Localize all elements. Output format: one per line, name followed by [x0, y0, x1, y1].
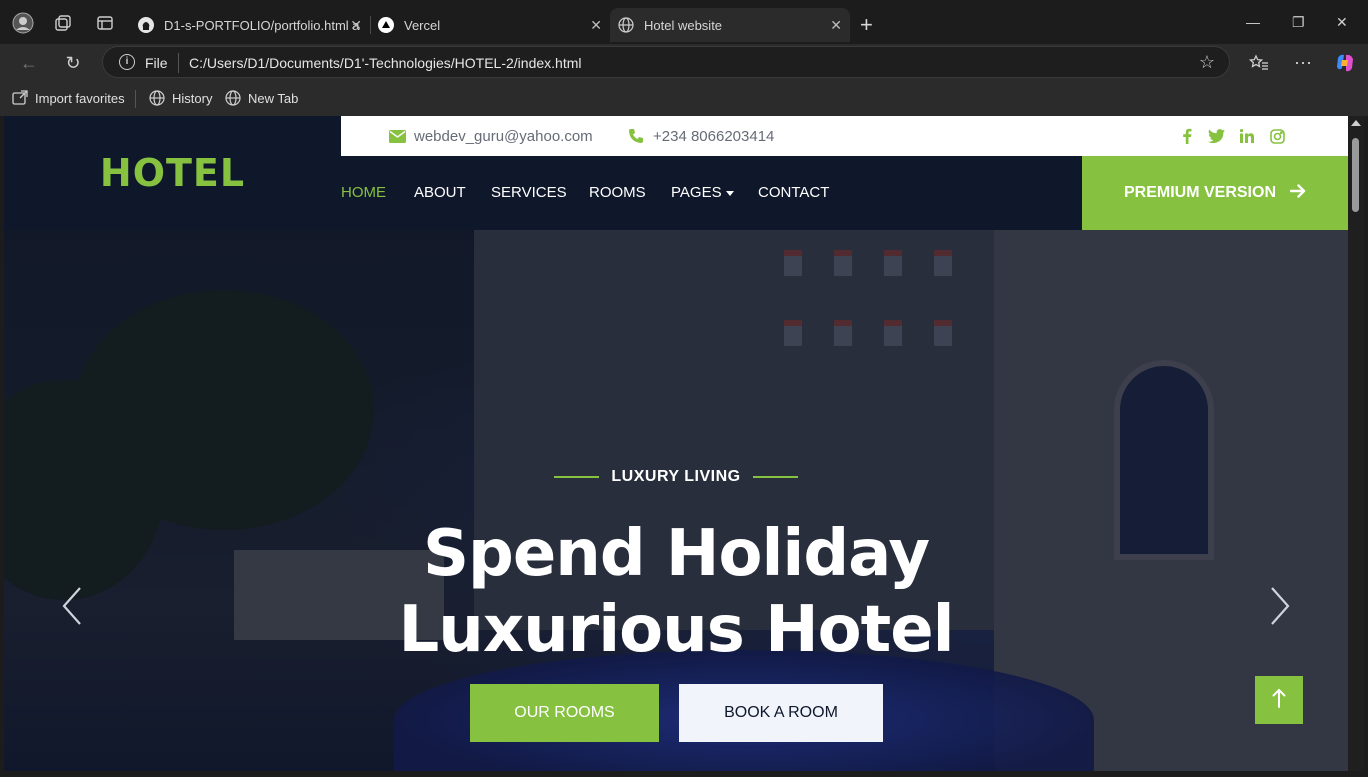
book-a-room-button[interactable]: BOOK A ROOM	[679, 684, 883, 742]
tab-portfolio[interactable]: D1-s-PORTFOLIO/portfolio.html a ✕	[130, 8, 371, 42]
nav-about[interactable]: ABOUT	[414, 184, 466, 201]
workspaces-icon[interactable]	[52, 12, 74, 34]
address-bar[interactable]: i File C:/Users/D1/Documents/D1'-Technol…	[102, 46, 1230, 78]
favorite-label: History	[172, 90, 213, 106]
kicker-line	[554, 476, 600, 478]
favorite-import[interactable]: Import favorites	[12, 90, 125, 106]
copilot-icon[interactable]	[1334, 52, 1356, 74]
brand-logo-text: HOTEL	[99, 151, 246, 195]
premium-version-button[interactable]: PREMIUM VERSION	[1082, 156, 1348, 230]
divider	[178, 53, 179, 73]
browser-tab-strip: D1-s-PORTFOLIO/portfolio.html a ✕ Vercel…	[0, 0, 1368, 44]
tab-title: Vercel	[404, 17, 441, 33]
minimize-icon[interactable]: —	[1246, 14, 1260, 30]
our-rooms-button[interactable]: OUR ROOMS	[470, 684, 659, 742]
tab-title: Hotel website	[644, 17, 723, 33]
arrow-up-icon	[1272, 688, 1286, 713]
new-tab-button[interactable]: +	[860, 8, 884, 42]
nav-services[interactable]: SERVICES	[491, 184, 567, 201]
scheme-label: File	[145, 55, 168, 71]
contact-topbar: webdev_guru@yahoo.com +234 8066203414	[341, 116, 1348, 156]
url-text[interactable]: C:/Users/D1/Documents/D1'-Technologies/H…	[189, 55, 582, 71]
refresh-icon[interactable]: ↻	[62, 52, 84, 74]
favorite-new-tab[interactable]: New Tab	[225, 90, 298, 106]
tab-title: D1-s-PORTFOLIO/portfolio.html a	[164, 17, 360, 33]
carousel-next-icon[interactable]	[1268, 586, 1292, 626]
instagram-icon[interactable]	[1268, 127, 1286, 145]
tab-actions-icon[interactable]	[94, 12, 116, 34]
close-icon[interactable]: ✕	[830, 17, 842, 34]
linkedin-icon[interactable]	[1238, 127, 1256, 145]
favorite-label: Import favorites	[35, 90, 125, 106]
restore-icon[interactable]: ❐	[1292, 14, 1305, 31]
page-scrollbar[interactable]	[1348, 116, 1364, 771]
tab-vercel[interactable]: Vercel ✕	[370, 8, 610, 42]
twitter-icon[interactable]	[1207, 127, 1225, 145]
headline-line-2: Luxurious Hotel	[398, 593, 954, 667]
carousel-prev-icon[interactable]	[60, 586, 84, 626]
main-navigation: HOME ABOUT SERVICES ROOMS PAGES CONTACT …	[341, 156, 1348, 230]
favorite-history[interactable]: History	[149, 90, 212, 106]
nav-pages-dropdown[interactable]: PAGES	[671, 184, 734, 201]
phone-contact[interactable]: +234 8066203414	[627, 127, 774, 145]
divider	[135, 90, 136, 108]
phone-text: +234 8066203414	[653, 127, 775, 145]
headline-line-1: Spend Holiday	[422, 517, 930, 591]
kicker-line	[752, 476, 798, 478]
hero-dark-overlay	[4, 230, 1348, 771]
close-window-icon[interactable]: ✕	[1336, 14, 1348, 31]
vercel-icon	[378, 17, 394, 33]
scroll-up-icon[interactable]	[1351, 120, 1361, 126]
close-icon[interactable]: ✕	[350, 17, 362, 34]
globe-icon	[618, 17, 634, 33]
plus-icon: +	[860, 12, 873, 37]
profile-icon[interactable]	[12, 12, 34, 34]
back-to-top-button[interactable]	[1255, 676, 1303, 724]
back-icon[interactable]: ←	[18, 52, 40, 74]
phone-icon	[627, 127, 645, 145]
nav-home[interactable]: HOME	[341, 184, 386, 201]
import-icon	[12, 90, 28, 106]
page-viewport: HOTEL webdev_guru@yahoo.com +234 8066203…	[4, 116, 1348, 771]
site-brand[interactable]: HOTEL	[4, 116, 341, 230]
globe-icon	[225, 90, 241, 106]
facebook-icon[interactable]	[1178, 127, 1196, 145]
hero-headline: Spend Holiday Luxurious Hotel	[4, 516, 1348, 668]
envelope-icon	[388, 127, 406, 145]
hero-kicker: LUXURY LIVING	[4, 468, 1348, 486]
close-icon[interactable]: ✕	[590, 17, 602, 34]
info-icon[interactable]: i	[119, 54, 135, 70]
address-toolbar: ← ↻ i File C:/Users/D1/Documents/D1'-Tec…	[0, 44, 1368, 82]
github-icon	[138, 17, 154, 33]
email-text: webdev_guru@yahoo.com	[414, 127, 593, 145]
email-contact[interactable]: webdev_guru@yahoo.com	[388, 127, 593, 145]
star-icon[interactable]: ☆	[1199, 52, 1215, 73]
nav-pages-label: PAGES	[671, 184, 722, 201]
kicker-text: LUXURY LIVING	[611, 468, 741, 485]
favorites-bar: Import favorites History New Tab	[0, 82, 1368, 116]
premium-label: PREMIUM VERSION	[1123, 184, 1276, 201]
favorite-label: New Tab	[248, 90, 299, 106]
arrow-right-icon	[1289, 183, 1306, 203]
hero-carousel: LUXURY LIVING Spend Holiday Luxurious Ho…	[4, 230, 1348, 771]
nav-rooms[interactable]: ROOMS	[589, 184, 646, 201]
scrollbar-thumb[interactable]	[1352, 138, 1359, 212]
globe-icon	[149, 90, 165, 106]
tab-hotel-website[interactable]: Hotel website ✕	[610, 8, 850, 42]
caret-down-icon	[725, 190, 734, 196]
more-icon[interactable]: ⋯	[1292, 52, 1314, 74]
nav-contact[interactable]: CONTACT	[758, 184, 829, 201]
favorites-icon[interactable]	[1248, 52, 1270, 74]
